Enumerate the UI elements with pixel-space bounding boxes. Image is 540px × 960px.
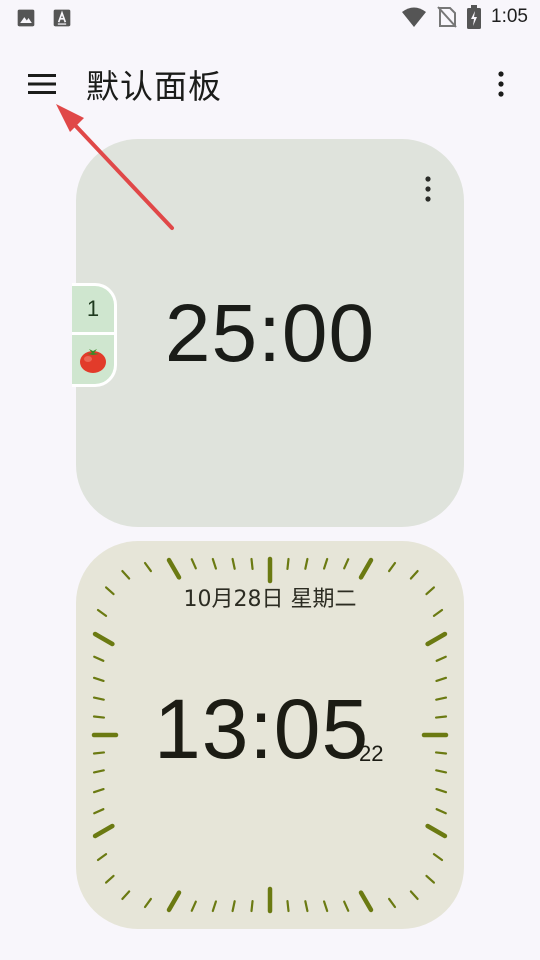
no-sim-icon [437, 6, 457, 28]
clock-minute-tick [92, 751, 106, 755]
clock-minute-tick [143, 897, 152, 909]
a-font-icon [53, 9, 71, 27]
more-vert-icon [425, 176, 431, 202]
clock-minute-tick [409, 569, 419, 580]
clock-minute-tick [343, 900, 350, 912]
clock-minute-tick [409, 890, 419, 901]
clock-minute-tick [92, 676, 105, 683]
clock-hour-tick [425, 631, 448, 647]
clock-minute-tick [92, 696, 105, 701]
clock-minute-tick [231, 900, 236, 913]
app-bar: 默认面板 [0, 50, 540, 114]
clock-minute-tick [434, 751, 448, 755]
clock-minute-tick [190, 900, 197, 912]
clock-hour-tick [425, 823, 448, 839]
status-time: 1:05 [491, 6, 528, 27]
clock-minute-tick [343, 558, 350, 570]
clock-minute-tick [388, 561, 397, 573]
clock-minute-tick [304, 557, 309, 570]
pomodoro-time: 25:00 [164, 288, 376, 379]
clock-hour-tick [92, 631, 115, 647]
clock-minute-tick [435, 769, 448, 774]
clock-minute-tick [322, 900, 329, 913]
status-bar: 1:05 [0, 0, 540, 36]
clock-minute-tick [92, 715, 106, 719]
pomodoro-card[interactable]: 1 25:00 [72, 139, 464, 527]
battery-charging-icon [467, 5, 482, 29]
clock-minute-tick [190, 558, 197, 570]
clock-hour-tick [358, 890, 374, 913]
clock-minute-tick [93, 655, 105, 662]
clock-minute-tick [96, 853, 108, 862]
clock-minute-tick [304, 900, 309, 913]
menu-button[interactable] [18, 62, 66, 106]
clock-minute-tick [434, 715, 448, 719]
clock-minute-tick [211, 900, 218, 913]
clock-hour-tick [358, 557, 374, 580]
clock-minute-tick [286, 899, 290, 913]
clock-minute-tick [104, 874, 115, 884]
clock-minute-tick [121, 890, 131, 901]
clock-time: 13:05 [154, 682, 370, 776]
clock-minute-tick [250, 899, 254, 913]
more-vert-icon [498, 71, 504, 97]
clock-seconds: 22 [359, 741, 384, 766]
clock-hour-tick [92, 823, 115, 839]
clock-minute-tick [121, 569, 131, 580]
clock-hour-tick [166, 890, 182, 913]
clock-date: 10月28日 星期二 [183, 587, 357, 612]
clock-minute-tick [286, 557, 290, 571]
clock-minute-tick [435, 655, 447, 662]
clock-minute-tick [322, 557, 329, 570]
clock-minute-tick [92, 787, 105, 794]
clock-minute-tick [231, 557, 236, 570]
clock-minute-tick [388, 897, 397, 909]
clock-minute-tick [92, 769, 105, 774]
wifi-icon [402, 7, 427, 27]
page-title: 默认面板 [86, 67, 222, 106]
clock-minute-tick [435, 676, 448, 683]
clock-minute-tick [425, 874, 436, 884]
clock-minute-tick [432, 853, 444, 862]
clock-card[interactable]: 10月28日 星期二 13:05 22 [76, 541, 464, 929]
clock-minute-tick [435, 696, 448, 701]
image-icon [17, 9, 35, 27]
clock-hour-tick [166, 557, 182, 580]
clock-minute-tick [435, 787, 448, 794]
clock-minute-tick [250, 557, 254, 571]
clock-minute-tick [435, 808, 447, 815]
clock-minute-tick [143, 561, 152, 573]
clock-minute-tick [211, 557, 218, 570]
pomodoro-menu-button[interactable] [416, 169, 440, 209]
hamburger-menu-icon [28, 74, 56, 94]
clock-minute-tick [93, 808, 105, 815]
overflow-menu-button[interactable] [486, 62, 516, 106]
